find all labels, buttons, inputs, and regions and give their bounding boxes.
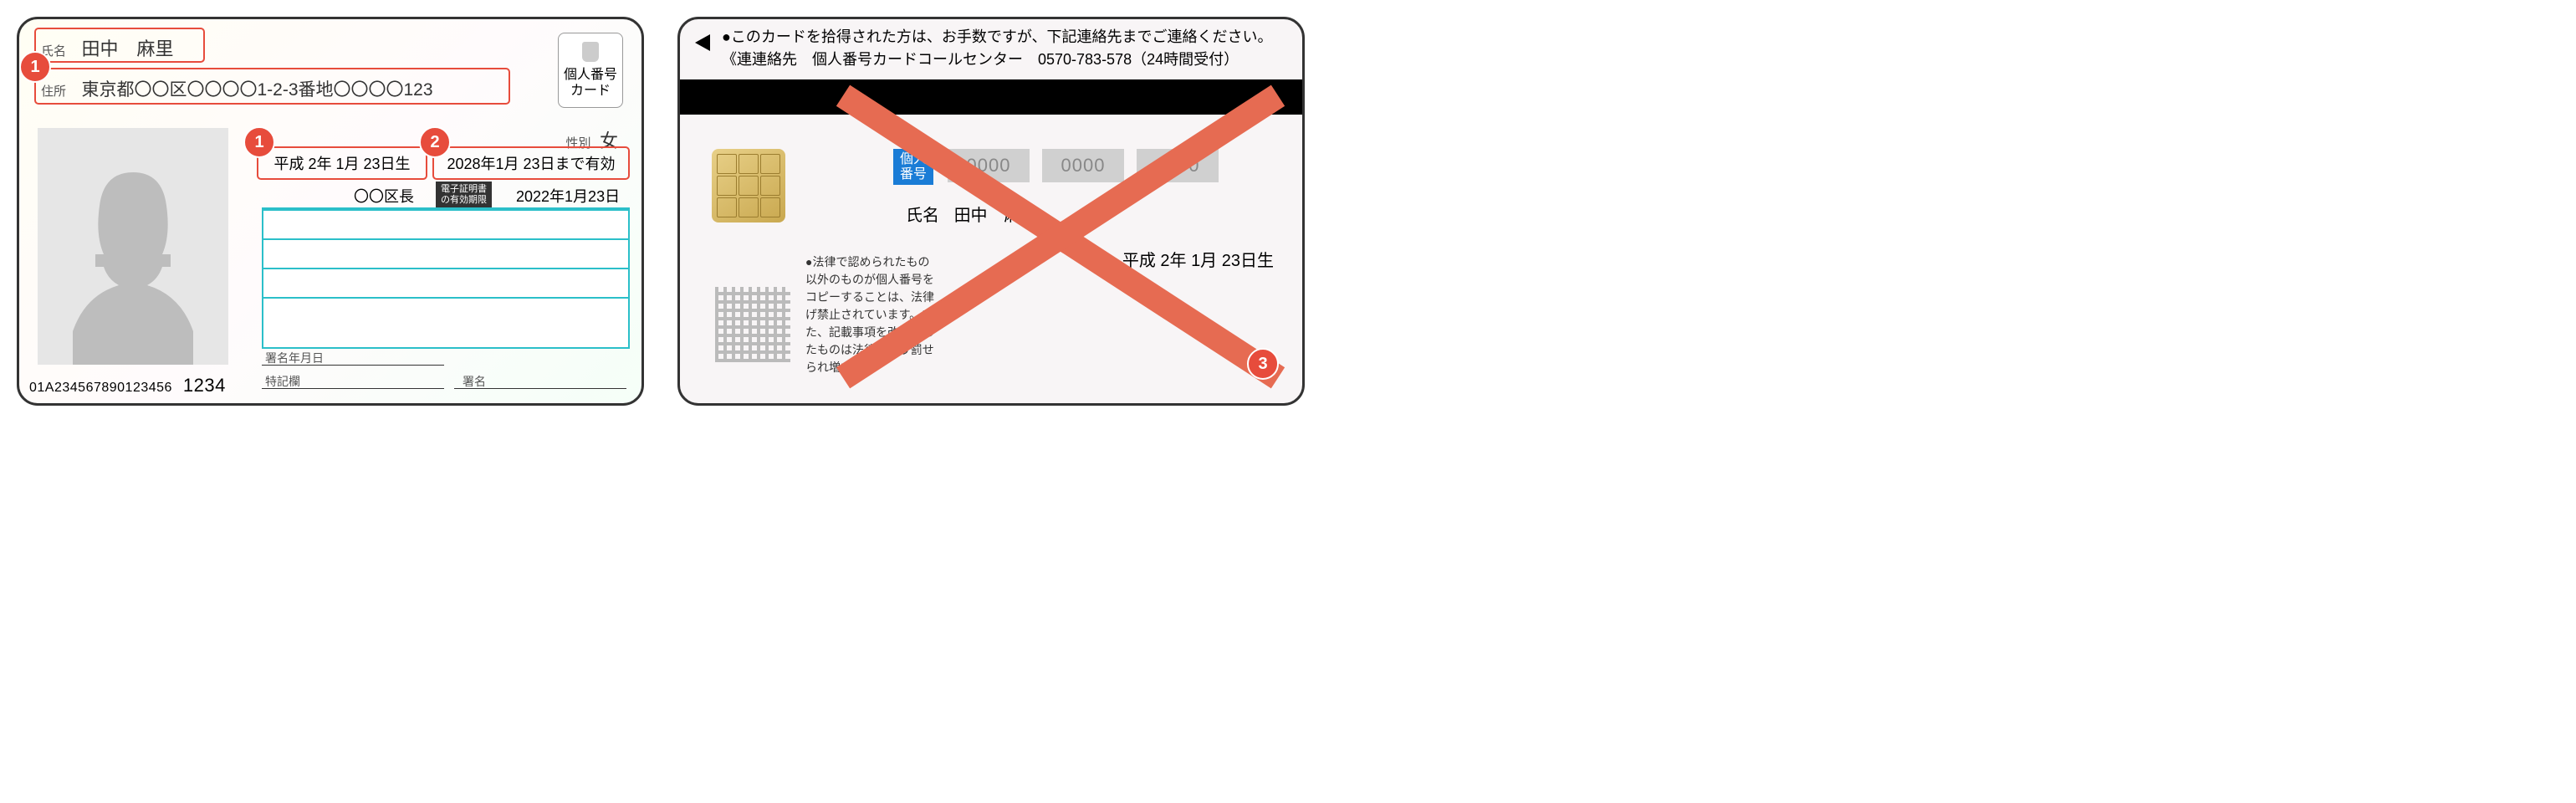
cert-date: 2022年1月23日 bbox=[516, 185, 620, 207]
issuer-value: 〇〇区長 bbox=[354, 185, 414, 207]
ic-chip-icon bbox=[582, 42, 599, 62]
serial-value: 01A234567890123456 bbox=[29, 381, 172, 395]
callout-1a: 1 bbox=[19, 51, 51, 83]
chip-icon bbox=[712, 149, 785, 222]
sig-date-label: 署名年月日 bbox=[265, 350, 324, 366]
card-back: ●このカードを拾得された方は、お手数ですが、下記連絡先までご連絡ください。 《連… bbox=[677, 17, 1305, 406]
highlight-expiry: 2028年1月 23日まで有効 bbox=[432, 146, 630, 180]
callout-1b: 1 bbox=[243, 126, 275, 158]
highlight-dob: 平成 2年 1月 23日生 bbox=[257, 146, 427, 180]
card-type-box: 個人番号 カード bbox=[558, 33, 623, 108]
card-type-label: 個人番号 カード bbox=[559, 67, 622, 99]
person-silhouette-icon bbox=[54, 143, 212, 365]
num-group-1: 0000 bbox=[948, 149, 1030, 182]
cert-label: 電子証明書 の有効期限 bbox=[436, 182, 492, 208]
magnetic-stripe bbox=[680, 79, 1302, 115]
num-group-3: 0000 bbox=[1137, 149, 1219, 182]
qr-code-icon bbox=[715, 287, 790, 362]
highlight-name bbox=[34, 28, 205, 63]
pin-value: 1234 bbox=[183, 375, 226, 396]
photo-placeholder bbox=[38, 128, 228, 365]
triangle-icon bbox=[695, 34, 710, 51]
num-group-2: 0000 bbox=[1042, 149, 1124, 182]
mynumber-label: 個人 番号 bbox=[893, 149, 933, 185]
notes-area bbox=[262, 207, 630, 349]
back-notice: ●このカードを拾得された方は、お手数ですが、下記連絡先までご連絡ください。 《連… bbox=[680, 19, 1302, 79]
card-front: 氏名 田中 麻里 1 住所 東京都〇〇区〇〇〇〇1-2-3番地〇〇〇〇123 個… bbox=[17, 17, 644, 406]
sig-label: 署名 bbox=[463, 373, 486, 390]
remarks-label: 特記欄 bbox=[265, 373, 300, 390]
back-name-label: 氏名 bbox=[906, 207, 939, 225]
highlight-addr bbox=[34, 68, 510, 105]
expiry-value: 2028年1月 23日まで有効 bbox=[447, 152, 615, 174]
legal-text: ●法律で認められたもの以外のものが個人番号をコピーすることは、法律げ禁止されてい… bbox=[805, 253, 935, 376]
sig-date-line bbox=[262, 365, 444, 366]
remarks-line bbox=[262, 388, 444, 389]
notice-line1: ●このカードを拾得された方は、お手数ですが、下記連絡先までご連絡ください。 bbox=[722, 26, 1285, 49]
sig-line bbox=[454, 388, 626, 389]
dob-value: 平成 2年 1月 23日生 bbox=[273, 152, 410, 174]
back-dob: 平成 2年 1月 23日生 bbox=[1122, 247, 1274, 271]
back-name-value: 田中 麻里 bbox=[954, 207, 1038, 225]
callout-3: 3 bbox=[1247, 348, 1279, 380]
callout-2: 2 bbox=[419, 126, 451, 158]
notice-line2: 《連連絡先 個人番号カードコールセンター 0570-783-578（24時間受付… bbox=[722, 49, 1285, 71]
